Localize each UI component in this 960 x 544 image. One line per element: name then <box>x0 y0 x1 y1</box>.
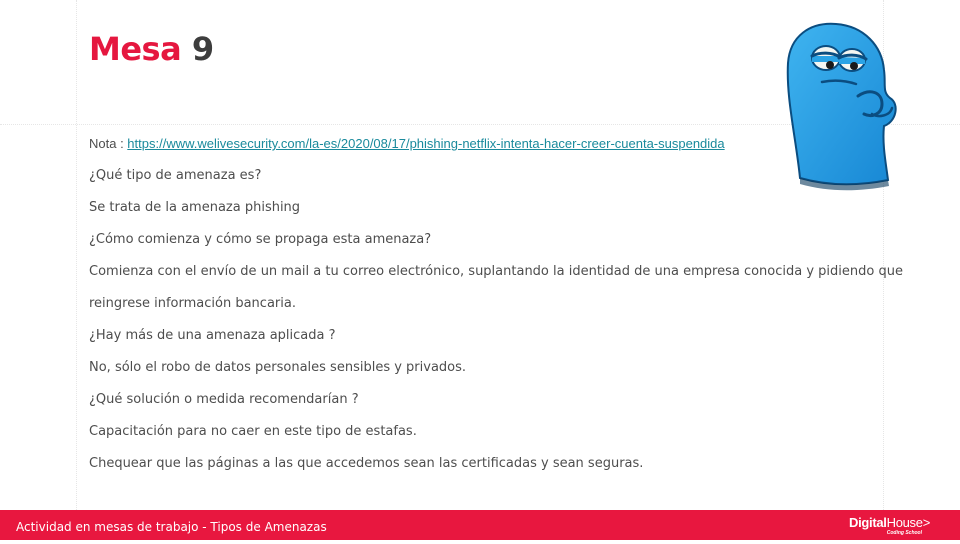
question-multiple-threats: ¿Hay más de una amenaza aplicada ? <box>89 328 336 343</box>
logo-light: House <box>886 515 923 530</box>
content-area: Nota : https://www.welivesecurity.com/la… <box>89 128 903 480</box>
question-solution: ¿Qué solución o medida recomendarían ? <box>89 392 359 407</box>
footer-bar: Actividad en mesas de trabajo - Tipos de… <box>0 510 960 540</box>
logo-bold: Digital <box>848 515 887 530</box>
logo-arrow-icon: > <box>922 515 931 530</box>
note-label: Nota : <box>89 136 128 151</box>
answer-solution-2: Chequear que las páginas a las que acced… <box>89 456 644 471</box>
footer-text: Actividad en mesas de trabajo - Tipos de… <box>16 520 327 534</box>
answer-multiple-threats: No, sólo el robo de datos personales sen… <box>89 360 467 375</box>
guide-left <box>76 0 77 510</box>
slide-title: Mesa 9 <box>89 28 214 70</box>
note-link[interactable]: https://www.welivesecurity.com/la-es/202… <box>127 136 724 151</box>
title-word: Mesa <box>89 30 182 68</box>
digitalhouse-logo: DigitalHouse> Coding School <box>848 515 931 537</box>
question-how-spreads: ¿Cómo comienza y cómo se propaga esta am… <box>89 232 432 247</box>
answer-solution: Capacitación para no caer en este tipo d… <box>89 424 417 439</box>
note-line: Nota : https://www.welivesecurity.com/la… <box>89 128 879 160</box>
answer-threat-type: Se trata de la amenaza phishing <box>89 200 301 215</box>
question-threat-type: ¿Qué tipo de amenaza es? <box>89 168 262 183</box>
answer-how-spreads: Comienza con el envío de un mail a tu co… <box>89 264 903 279</box>
logo-subtitle: Coding School <box>886 530 922 536</box>
answer-how-spreads-cont: reingrese información bancaria. <box>89 296 296 311</box>
title-number: 9 <box>191 30 214 68</box>
